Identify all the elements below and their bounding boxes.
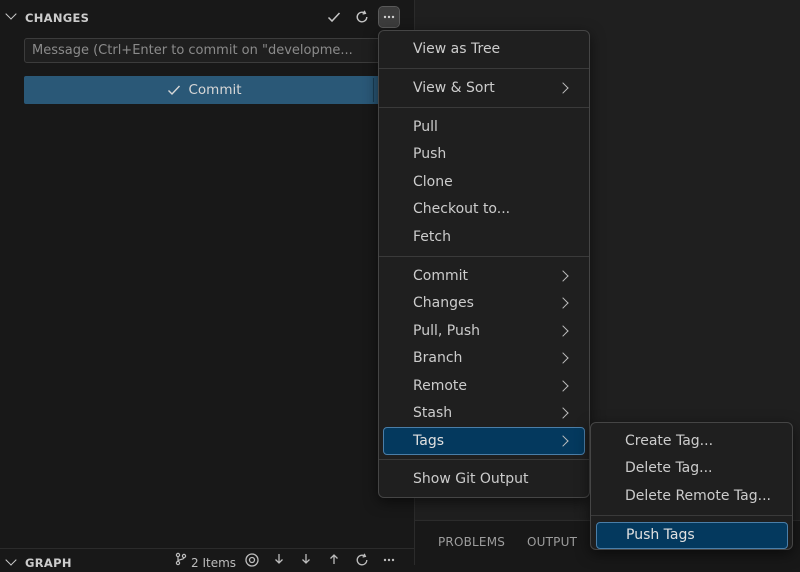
chevron-right-icon (557, 270, 569, 282)
menu-separator (591, 515, 792, 516)
target-icon[interactable] (244, 552, 260, 572)
submenu-item-push-tags[interactable]: Push Tags (596, 522, 788, 549)
menu-separator (379, 68, 589, 69)
menu-item-fetch[interactable]: Fetch (379, 225, 589, 251)
branch-icon (174, 552, 188, 570)
menu-item-view-and-sort[interactable]: View & Sort (379, 76, 589, 102)
tab-output[interactable]: OUTPUT (527, 535, 577, 549)
menu-item-show-git-output[interactable]: Show Git Output (379, 467, 589, 493)
changes-section-title: CHANGES (25, 11, 90, 25)
chevron-right-icon (557, 325, 569, 337)
menu-item-tags[interactable]: Tags (383, 427, 585, 455)
refresh-icon[interactable] (354, 552, 370, 572)
menu-item-changes[interactable]: Changes (379, 291, 589, 317)
submenu-item-delete-remote-tag[interactable]: Delete Remote Tag... (591, 484, 792, 510)
graph-items-count: 2 Items (191, 556, 237, 570)
more-actions-icon[interactable] (378, 6, 400, 28)
chevron-right-icon (557, 297, 569, 309)
menu-item-branch[interactable]: Branch (379, 346, 589, 372)
tab-problems[interactable]: PROBLEMS (438, 535, 505, 549)
menu-item-checkout-to[interactable]: Checkout to... (379, 197, 589, 223)
refresh-icon[interactable] (352, 7, 372, 27)
check-icon (168, 85, 181, 96)
pull-icon[interactable] (299, 552, 313, 570)
more-actions-icon[interactable] (381, 552, 397, 572)
menu-separator (379, 256, 589, 257)
commit-button-divider (373, 78, 374, 102)
chevron-right-icon (557, 82, 569, 94)
chevron-right-icon (557, 380, 569, 392)
submenu-item-delete-tag[interactable]: Delete Tag... (591, 456, 792, 482)
graph-section-title: GRAPH (25, 556, 72, 570)
fetch-icon[interactable] (272, 552, 286, 570)
push-icon[interactable] (327, 552, 341, 570)
check-icon[interactable] (324, 7, 344, 27)
chevron-right-icon (557, 352, 569, 364)
tags-submenu: Create Tag... Delete Tag... Delete Remot… (590, 422, 793, 550)
menu-separator (379, 107, 589, 108)
menu-item-pull-push[interactable]: Pull, Push (379, 319, 589, 345)
chevron-right-icon (557, 407, 569, 419)
menu-item-stash[interactable]: Stash (379, 401, 589, 427)
menu-item-view-as-tree[interactable]: View as Tree (379, 37, 589, 63)
chevron-right-icon (557, 435, 569, 447)
source-control-sidebar: CHANGES Commit GRAPH 2 Items (0, 0, 415, 570)
menu-item-pull[interactable]: Pull (379, 115, 589, 141)
commit-button-label: Commit (188, 82, 242, 98)
menu-item-commit[interactable]: Commit (379, 264, 589, 290)
source-control-more-actions-menu: View as Tree View & Sort Pull Push Clone… (378, 30, 590, 498)
submenu-item-create-tag[interactable]: Create Tag... (591, 429, 792, 455)
commit-message-input[interactable] (24, 38, 384, 63)
menu-item-push[interactable]: Push (379, 142, 589, 168)
commit-button[interactable]: Commit (24, 76, 384, 104)
menu-separator (379, 459, 589, 460)
menu-item-clone[interactable]: Clone (379, 170, 589, 196)
menu-item-remote[interactable]: Remote (379, 374, 589, 400)
